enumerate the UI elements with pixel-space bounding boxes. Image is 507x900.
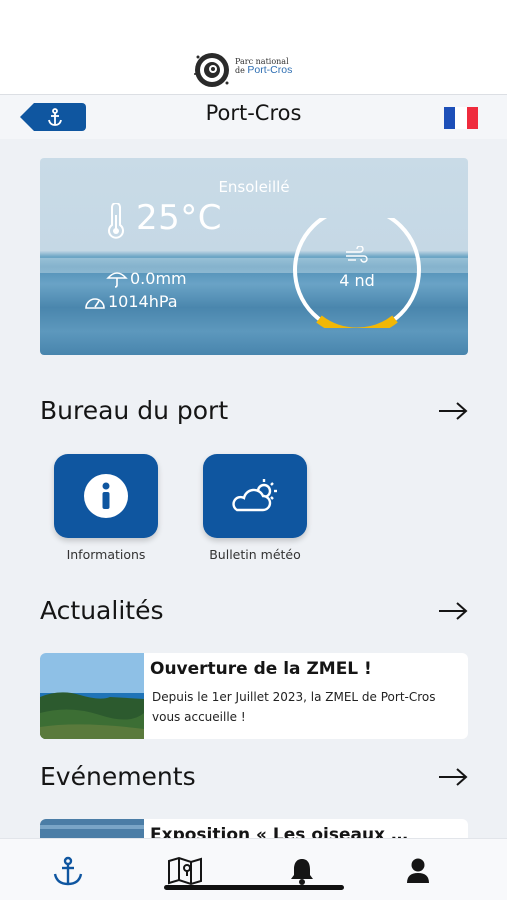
logo-brand: Port-Cros	[247, 64, 293, 76]
gauge-icon	[85, 297, 105, 309]
user-icon	[407, 858, 429, 883]
section-title-harbour-office: Bureau du port	[40, 396, 229, 425]
info-icon	[84, 474, 128, 518]
news-card[interactable]: Ouverture de la ZMEL ! Depuis le 1er Jui…	[40, 653, 468, 739]
wind-icon	[346, 246, 368, 263]
logo-text: Parc national de Port-Cros	[235, 57, 292, 75]
weather-pressure: 1014hPa	[84, 292, 178, 311]
map-icon	[168, 856, 202, 886]
tab-port[interactable]	[48, 856, 88, 888]
anchor-icon	[53, 856, 83, 886]
weather-condition: Ensoleillé	[218, 178, 290, 196]
news-item-title: Ouverture de la ZMEL !	[150, 659, 372, 679]
weather-bulletin-label: Bulletin météo	[209, 547, 301, 562]
logo-line-2: de	[235, 66, 245, 75]
spiral-logo-icon	[194, 53, 229, 87]
wind-speed: 4 nd	[339, 271, 375, 290]
section-title-news: Actualités	[40, 596, 164, 625]
section-title-events: Evénements	[40, 762, 196, 791]
weather-bulletin-button[interactable]	[203, 454, 307, 538]
page-title: Port-Cros	[205, 101, 302, 125]
umbrella-icon	[106, 272, 128, 288]
thermometer-icon	[108, 203, 124, 239]
weather-rain: 0.0mm	[106, 268, 187, 288]
tab-profile[interactable]	[398, 856, 438, 888]
partly-cloudy-icon	[232, 479, 277, 512]
arrow-right-icon[interactable]	[438, 601, 468, 621]
park-logo: Parc national de Port-Cros	[190, 48, 325, 92]
arrow-right-icon[interactable]	[438, 401, 468, 421]
language-flag-fr[interactable]	[444, 107, 478, 129]
arrow-right-icon[interactable]	[438, 767, 468, 787]
tab-notifications[interactable]	[282, 856, 322, 888]
home-indicator	[164, 885, 344, 890]
tab-map[interactable]	[165, 856, 205, 888]
weather-card[interactable]: Ensoleillé 25°C 0.0mm 1014hPa 4 nd	[40, 158, 468, 355]
informations-button[interactable]	[54, 454, 158, 538]
bell-icon	[291, 859, 313, 885]
news-thumbnail-image	[40, 653, 144, 739]
flag-stripe-red	[466, 107, 478, 129]
top-logo-bar: Parc national de Port-Cros	[0, 0, 507, 95]
flag-stripe-white	[455, 107, 467, 129]
pressure-value: 1014hPa	[108, 292, 178, 311]
informations-label: Informations	[66, 547, 146, 562]
news-item-body: Depuis le 1er Juillet 2023, la ZMEL de P…	[152, 690, 436, 724]
weather-temperature: 25°C	[136, 198, 223, 238]
rain-value: 0.0mm	[130, 268, 187, 288]
flag-stripe-blue	[444, 107, 456, 129]
